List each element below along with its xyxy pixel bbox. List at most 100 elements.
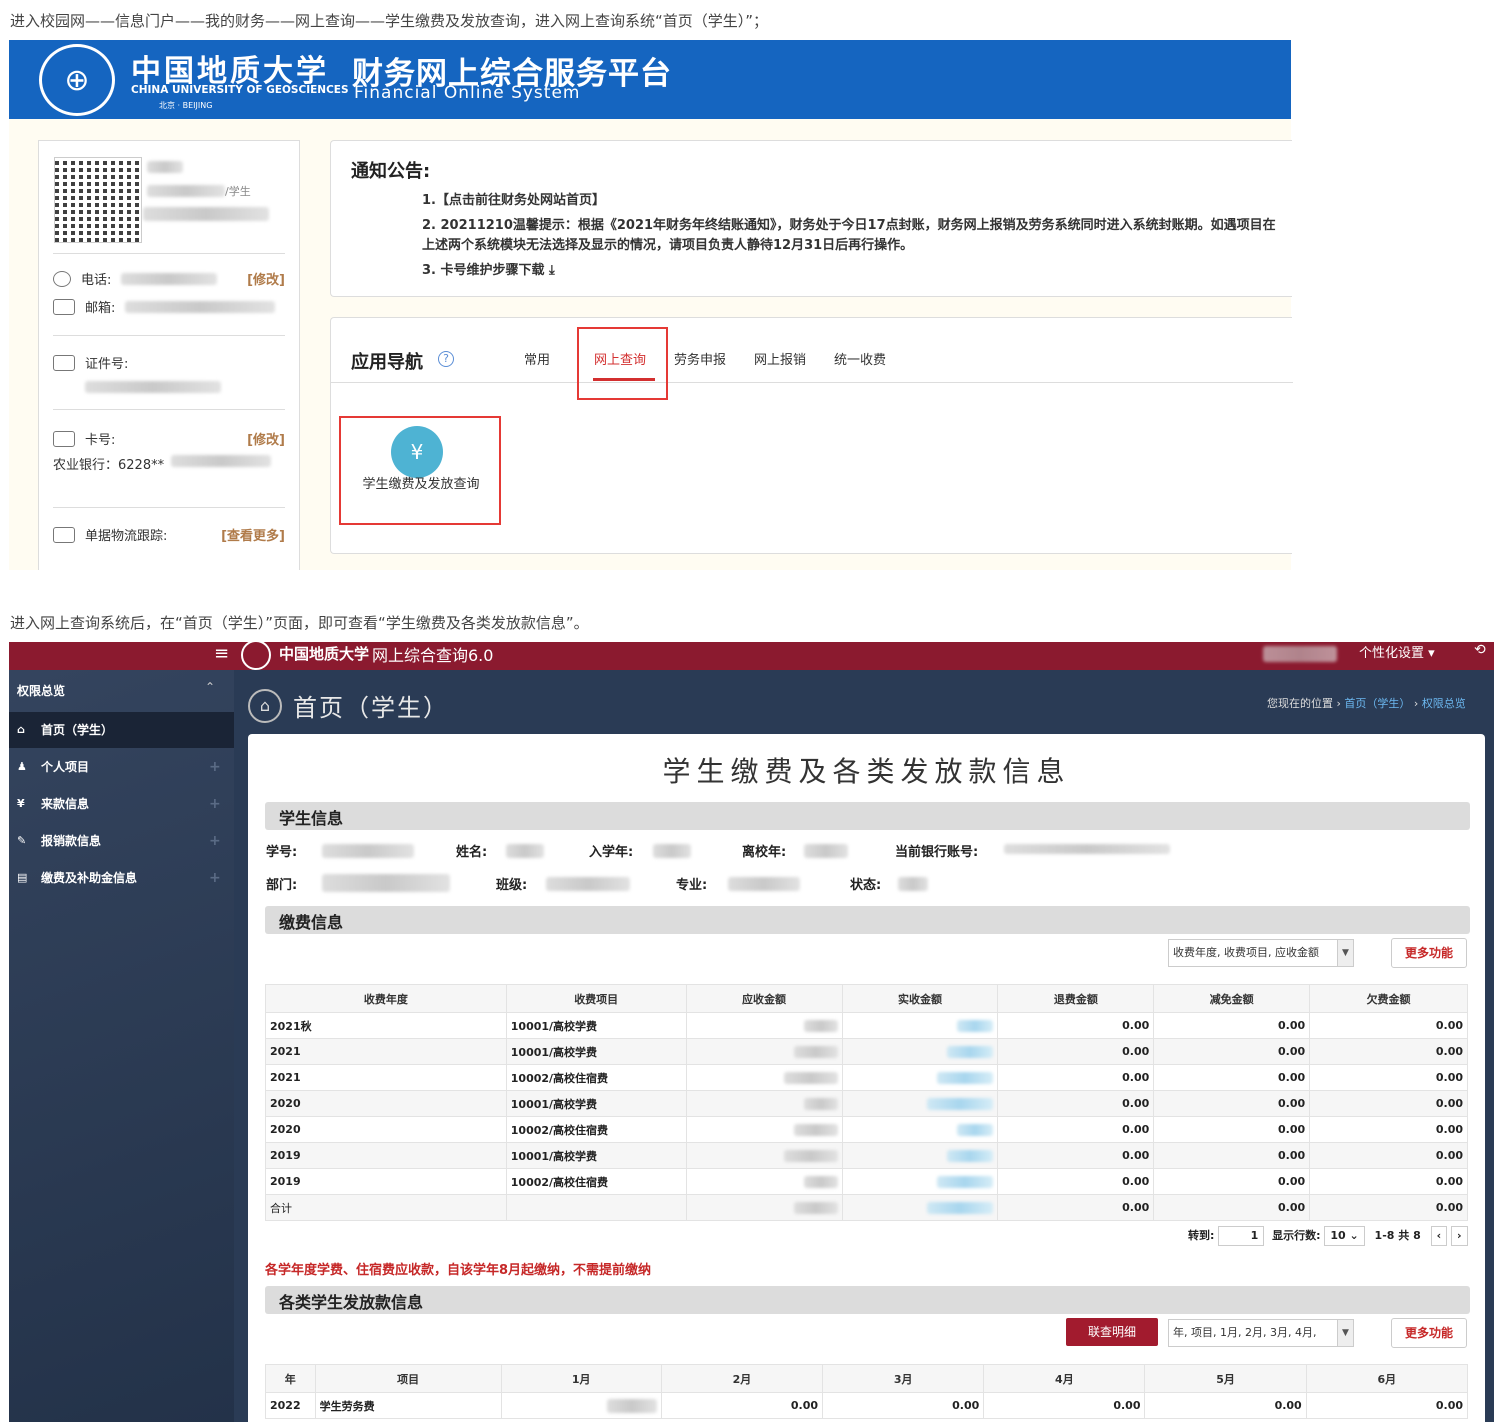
cell-received xyxy=(841,1168,999,1195)
table-row[interactable]: 2021 10001/高校学费 0.00 0.00 0.00 xyxy=(265,1038,1468,1065)
sidebar-head[interactable]: 权限总览 xyxy=(17,682,65,699)
value-redacted xyxy=(793,1046,838,1058)
table-row[interactable]: 合计 0.00 0.00 0.00 xyxy=(265,1194,1468,1221)
cell-year: 2020 xyxy=(265,1090,507,1117)
col-header[interactable]: 年 xyxy=(265,1364,316,1393)
plus-icon: + xyxy=(209,833,221,849)
sidebar-item-personal[interactable]: ♟ 个人项目 + xyxy=(9,749,234,785)
card-value: 农业银行：6228** xyxy=(53,458,165,473)
sidebar-item-reimburse[interactable]: ✎ 报销款信息 + xyxy=(9,823,234,859)
table-row[interactable]: 2020 10002/高校住宿费 0.00 0.00 0.00 xyxy=(265,1116,1468,1143)
col-header[interactable]: 2月 xyxy=(660,1364,824,1393)
breadcrumb-overview[interactable]: 权限总览 xyxy=(1422,697,1466,710)
username-redacted xyxy=(1263,646,1337,662)
personal-settings-menu[interactable]: 个性化设置 ▾ xyxy=(1359,642,1435,661)
next-page-button[interactable]: › xyxy=(1450,1226,1468,1246)
tag-icon: ✎ xyxy=(17,834,27,847)
label-name: 姓名: xyxy=(456,845,488,860)
section-title: 缴费信息 xyxy=(279,913,344,932)
fee-more-functions-button[interactable]: 更多功能 xyxy=(1391,938,1467,968)
view-more-link[interactable]: [查看更多] xyxy=(221,525,285,544)
notice-item-3[interactable]: 3. 卡号维护步骤下载 ⤓ xyxy=(422,261,555,281)
university-name-cn: 中国地质大学 xyxy=(279,645,370,663)
edit-card-link[interactable]: [修改] xyxy=(247,429,285,448)
col-header[interactable]: 5月 xyxy=(1144,1364,1307,1393)
cell-reduction: 0.00 xyxy=(1153,1142,1311,1169)
edit-phone-link[interactable]: [修改] xyxy=(247,269,285,288)
user-role: /学生 xyxy=(225,185,251,198)
col-header[interactable]: 项目 xyxy=(314,1364,502,1393)
menu-icon[interactable]: ≡ xyxy=(214,643,229,664)
table-row[interactable]: 2020 10001/高校学费 0.00 0.00 0.00 xyxy=(265,1090,1468,1117)
card-label: 卡号: xyxy=(85,433,116,448)
col-header[interactable]: 欠费金额 xyxy=(1309,984,1468,1013)
sidebar-item-fee-subsidy[interactable]: ▤ 缴费及补助金信息 + xyxy=(9,860,234,896)
value-redacted xyxy=(546,877,630,891)
payout-more-functions-button[interactable]: 更多功能 xyxy=(1391,1318,1467,1348)
col-header[interactable]: 退费金额 xyxy=(997,984,1155,1013)
app-student-fee-query[interactable]: ¥ 学生缴费及发放查询 xyxy=(339,416,501,525)
cell-year: 2019 xyxy=(265,1168,507,1195)
cell-refund: 0.00 xyxy=(997,1194,1155,1221)
download-icon[interactable]: ⤓ xyxy=(549,263,555,278)
table-header-row: 年 项目 1月 2月 3月 4月 5月 6月 xyxy=(265,1364,1469,1393)
sidebar-item-income[interactable]: ¥ 来款信息 + xyxy=(9,786,234,822)
notice-item-1[interactable]: 1.【点击前往财务处网站首页】 xyxy=(422,191,1282,211)
tab-labor[interactable]: 劳务申报 xyxy=(674,349,726,368)
help-icon[interactable]: ? xyxy=(438,351,454,367)
col-header[interactable]: 应收金额 xyxy=(685,984,843,1013)
value-redacted xyxy=(606,1398,657,1413)
col-header[interactable]: 1月 xyxy=(500,1364,662,1393)
page-title: 首页（学生） xyxy=(293,694,449,722)
table-row[interactable]: 2019 10002/高校住宿费 0.00 0.00 0.00 xyxy=(265,1168,1468,1195)
col-header[interactable]: 收费项目 xyxy=(505,984,687,1013)
table-row[interactable]: 2022 学生劳务费 0.00 0.00 0.00 0.00 0.00 xyxy=(265,1392,1469,1419)
fee-columns-value: 收费年度, 收费项目, 应收金额 xyxy=(1173,946,1319,959)
col-header[interactable]: 实收金额 xyxy=(841,984,999,1013)
tab-common[interactable]: 常用 xyxy=(524,349,550,368)
value-redacted xyxy=(947,1046,994,1058)
col-header[interactable]: 减免金额 xyxy=(1153,984,1311,1013)
cell-item: 10002/高校住宿费 xyxy=(505,1168,687,1195)
table-header-row: 收费年度 收费项目 应收金额 实收金额 退费金额 减免金额 欠费金额 xyxy=(265,984,1468,1013)
breadcrumb-home[interactable]: 首页（学生） xyxy=(1344,697,1410,710)
goto-page-input[interactable]: 1 xyxy=(1218,1226,1265,1246)
col-header[interactable]: 4月 xyxy=(983,1364,1146,1393)
label-student-no: 学号: xyxy=(266,845,298,860)
sidebar-item-home[interactable]: ⌂ 首页（学生） xyxy=(9,712,234,748)
value-redacted xyxy=(937,1072,994,1084)
table-row[interactable]: 2021秋 10001/高校学费 0.00 0.00 0.00 xyxy=(265,1012,1468,1039)
detail-query-button[interactable]: 联查明细 xyxy=(1066,1318,1158,1346)
notice-title: 通知公告: xyxy=(351,161,431,182)
logout-icon[interactable]: ⟲ xyxy=(1474,642,1486,658)
payout-columns-select[interactable]: 年, 项目, 1月, 2月, 3月, 4月, ▼ xyxy=(1168,1319,1354,1347)
user-id-redacted xyxy=(147,185,225,197)
id-value-redacted xyxy=(85,381,221,393)
user-name-redacted xyxy=(147,161,183,173)
cell-month-6: 0.00 xyxy=(1305,1392,1469,1419)
tab-unified-fee[interactable]: 统一收费 xyxy=(834,349,886,368)
col-header[interactable]: 3月 xyxy=(822,1364,985,1393)
table-row[interactable]: 2019 10001/高校学费 0.00 0.00 0.00 xyxy=(265,1142,1468,1169)
label-status: 状态: xyxy=(850,878,882,893)
chevron-up-icon[interactable]: ⌃ xyxy=(205,680,215,694)
tracking-row: 单据物流跟踪: xyxy=(53,525,167,544)
cell-refund: 0.00 xyxy=(997,1116,1155,1143)
tab-reimburse[interactable]: 网上报销 xyxy=(754,349,806,368)
value-redacted xyxy=(804,844,848,858)
goto-label: 转到: xyxy=(1188,1229,1215,1242)
cell-receivable xyxy=(685,1064,843,1091)
cell-year: 2020 xyxy=(265,1116,507,1143)
cell-year: 2021秋 xyxy=(265,1012,507,1039)
divider xyxy=(53,253,285,254)
table-row[interactable]: 2021 10002/高校住宿费 0.00 0.00 0.00 xyxy=(265,1064,1468,1091)
col-header[interactable]: 收费年度 xyxy=(265,984,507,1013)
prev-page-button[interactable]: ‹ xyxy=(1430,1226,1448,1246)
section-payout-info: 各类学生发放款信息 xyxy=(265,1286,1470,1314)
cell-year: 合计 xyxy=(265,1194,507,1221)
rows-per-page-select[interactable]: 10 ⌄ xyxy=(1324,1226,1365,1246)
cell-item: 10001/高校学费 xyxy=(505,1012,687,1039)
fee-columns-select[interactable]: 收费年度, 收费项目, 应收金额 ▼ xyxy=(1168,939,1354,967)
col-header[interactable]: 6月 xyxy=(1305,1364,1469,1393)
id-card-icon xyxy=(53,354,75,371)
